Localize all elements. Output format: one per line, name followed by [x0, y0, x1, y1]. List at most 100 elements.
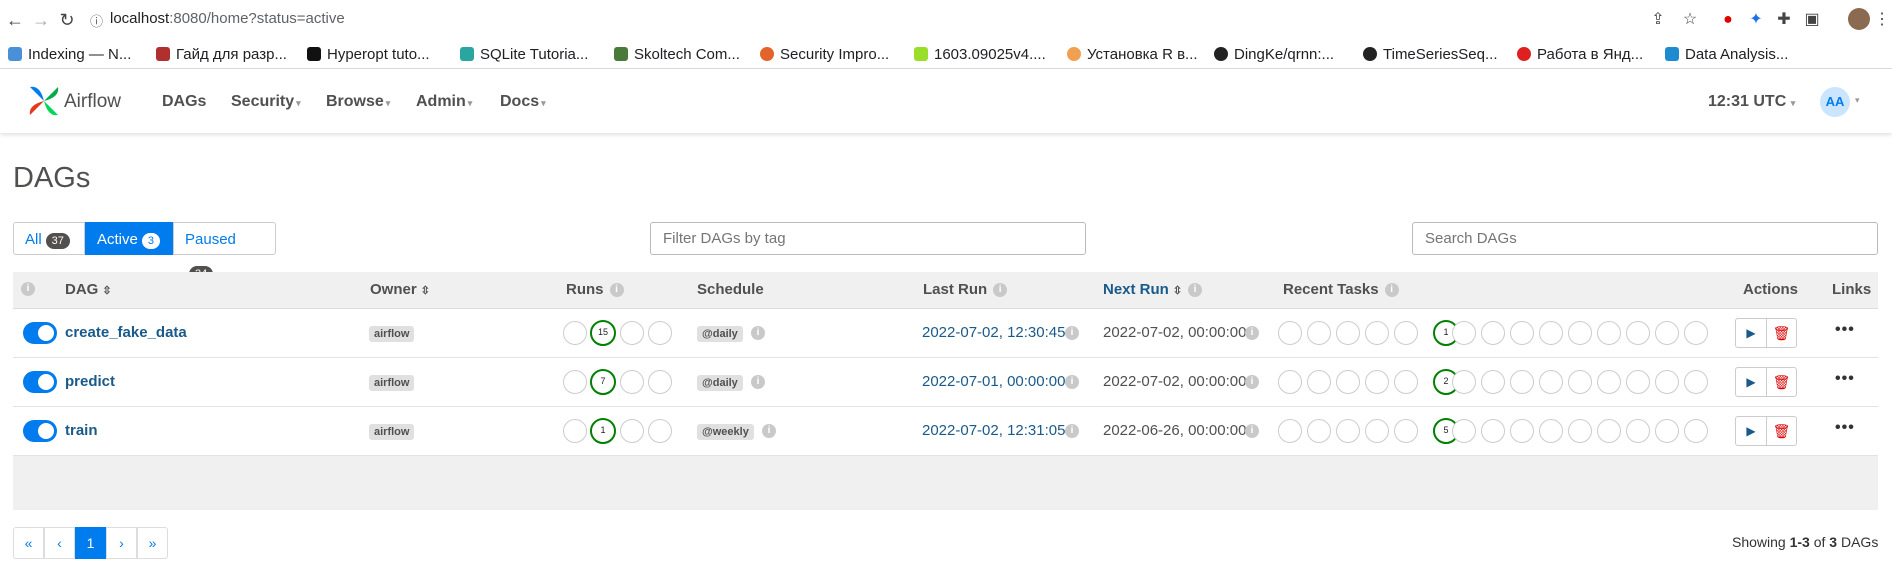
info-icon[interactable]: i [1065, 424, 1079, 438]
bookmark-item[interactable]: TimeSeriesSeq... [1363, 44, 1498, 64]
menu-kebab-icon[interactable]: ⋮ [1874, 10, 1890, 30]
task-status-circle[interactable] [1307, 321, 1331, 345]
task-status-circle[interactable] [1655, 321, 1679, 345]
task-status-circle[interactable] [1597, 419, 1621, 443]
task-status-circle[interactable] [1336, 419, 1360, 443]
schedule-badge[interactable]: @daily [697, 375, 743, 391]
task-status-circle[interactable] [1481, 370, 1505, 394]
trigger-dag-button[interactable]: ▶ [1736, 417, 1767, 445]
task-status-circle[interactable] [1539, 321, 1563, 345]
task-status-circle[interactable] [1278, 370, 1302, 394]
info-icon[interactable]: i [751, 326, 765, 340]
bookmark-item[interactable]: Hyperopt tuto... [307, 44, 430, 64]
reload-icon[interactable]: ↻ [56, 9, 78, 31]
task-status-circle[interactable] [1481, 321, 1505, 345]
menu-browse[interactable]: Browse ▾ [326, 93, 390, 111]
header-owner[interactable]: Owner ⇳ [370, 281, 430, 298]
task-status-circle[interactable] [1626, 370, 1650, 394]
runs-success-circle[interactable]: 1 [590, 418, 616, 444]
task-status-circle[interactable] [1655, 419, 1679, 443]
task-status-circle[interactable] [1597, 321, 1621, 345]
profile-avatar[interactable] [1848, 8, 1870, 30]
menu-dags[interactable]: DAGs [162, 93, 206, 111]
task-status-circle[interactable] [1684, 419, 1708, 443]
task-status-circle[interactable] [1684, 370, 1708, 394]
runs-success-circle[interactable]: 7 [590, 369, 616, 395]
page-last-button[interactable]: » [137, 527, 168, 559]
caret-down-icon[interactable]: ▾ [1855, 95, 1860, 106]
pause-toggle[interactable] [23, 371, 57, 393]
page-current-button[interactable]: 1 [75, 527, 106, 559]
filter-all[interactable]: All 37 [13, 222, 85, 255]
task-status-circle[interactable] [1597, 370, 1621, 394]
menu-admin[interactable]: Admin ▾ [416, 93, 472, 111]
runs-status-circle[interactable] [620, 321, 644, 345]
last-run-link[interactable]: 2022-07-01, 00:00:00 [922, 373, 1065, 390]
bookmark-item[interactable]: Data Analysis... [1665, 44, 1788, 64]
runs-status-circle[interactable] [563, 419, 587, 443]
runs-status-circle[interactable] [620, 370, 644, 394]
info-icon[interactable]: i [1245, 326, 1259, 340]
pause-toggle[interactable] [23, 322, 57, 344]
task-status-circle[interactable] [1510, 321, 1534, 345]
task-status-circle[interactable] [1336, 321, 1360, 345]
owner-badge[interactable]: airflow [369, 375, 415, 391]
delete-dag-button[interactable]: 🗑 [1767, 319, 1796, 347]
owner-badge[interactable]: airflow [369, 326, 415, 342]
task-status-circle[interactable] [1365, 370, 1389, 394]
bookmark-item[interactable]: 1603.09025v4.... [914, 44, 1046, 64]
task-status-circle[interactable] [1568, 321, 1592, 345]
address-bar[interactable]: localhost:8080/home?status=active [110, 10, 345, 27]
runs-success-circle[interactable]: 15 [590, 320, 616, 346]
bookmark-item[interactable]: Гайд для разр... [156, 44, 287, 64]
task-status-circle[interactable] [1568, 419, 1592, 443]
task-status-circle[interactable] [1452, 370, 1476, 394]
runs-status-circle[interactable] [648, 370, 672, 394]
dag-name-link[interactable]: train [65, 422, 98, 439]
info-icon[interactable]: i [21, 282, 35, 296]
task-status-circle[interactable] [1510, 370, 1534, 394]
info-icon[interactable]: i [1384, 283, 1399, 298]
delete-dag-button[interactable]: 🗑 [1767, 368, 1796, 396]
runs-status-circle[interactable] [648, 419, 672, 443]
dag-name-link[interactable]: create_fake_data [65, 324, 187, 341]
menu-security[interactable]: Security ▾ [231, 93, 301, 111]
puzzle-icon[interactable]: ✚ [1774, 10, 1794, 30]
page-prev-button[interactable]: ‹ [44, 527, 75, 559]
opera-extension-icon[interactable]: ● [1718, 10, 1738, 30]
task-status-circle[interactable] [1481, 419, 1505, 443]
search-dags-input[interactable] [1412, 222, 1878, 255]
brand-name[interactable]: Airflow [64, 91, 121, 113]
task-status-circle[interactable] [1394, 419, 1418, 443]
task-status-circle[interactable] [1365, 321, 1389, 345]
last-run-link[interactable]: 2022-07-02, 12:31:05 [922, 422, 1065, 439]
page-next-button[interactable]: › [106, 527, 137, 559]
task-status-circle[interactable] [1684, 321, 1708, 345]
task-status-circle[interactable] [1452, 419, 1476, 443]
extension-icon[interactable]: ✦ [1746, 10, 1766, 30]
info-icon[interactable]: i [1065, 375, 1079, 389]
links-menu-icon[interactable]: ••• [1835, 370, 1855, 388]
tag-filter-input[interactable] [650, 222, 1086, 255]
task-status-circle[interactable] [1539, 419, 1563, 443]
trigger-dag-button[interactable]: ▶ [1736, 319, 1767, 347]
header-next-run[interactable]: Next Run ⇳ i [1103, 281, 1203, 298]
trigger-dag-button[interactable]: ▶ [1736, 368, 1767, 396]
filter-paused[interactable]: Paused34 [173, 222, 276, 282]
filter-active[interactable]: Active 3 [85, 222, 173, 255]
info-icon[interactable]: i [1188, 283, 1203, 298]
back-icon[interactable]: ← [4, 9, 26, 31]
info-icon[interactable]: i [1245, 424, 1259, 438]
site-info-icon[interactable]: ⓘ [90, 11, 103, 30]
page-first-button[interactable]: « [13, 527, 44, 559]
task-status-circle[interactable] [1336, 370, 1360, 394]
bookmark-item[interactable]: Indexing — N... [8, 44, 131, 64]
bookmark-item[interactable]: Работа в Янд... [1517, 44, 1643, 64]
header-dag[interactable]: DAG ⇳ [65, 281, 112, 298]
star-icon[interactable]: ☆ [1680, 10, 1700, 30]
schedule-badge[interactable]: @daily [697, 326, 743, 342]
runs-status-circle[interactable] [563, 321, 587, 345]
delete-dag-button[interactable]: 🗑 [1767, 417, 1796, 445]
task-status-circle[interactable] [1278, 419, 1302, 443]
runs-status-circle[interactable] [648, 321, 672, 345]
